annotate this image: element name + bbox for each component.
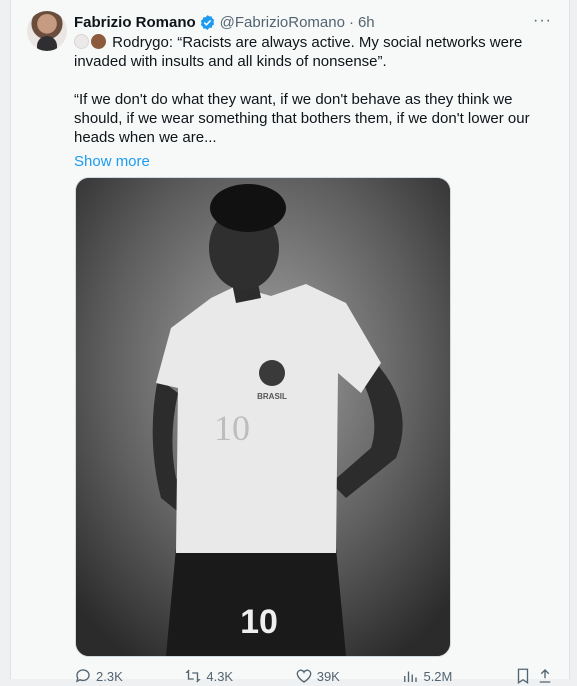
author-avatar[interactable] (27, 11, 67, 51)
verified-badge-icon (199, 14, 216, 31)
like-button[interactable]: 39K (295, 666, 340, 686)
show-more-link[interactable]: Show more (74, 152, 554, 171)
shorts-number: 10 (240, 603, 278, 641)
views-button[interactable]: 5.2M (401, 666, 452, 686)
tweet-time[interactable]: 6h (358, 14, 375, 31)
tweet-header: Fabrizio Romano @FabrizioRomano · 6h (74, 11, 375, 33)
tweet-text-2: “If we don't do what they want, if we do… (74, 91, 530, 146)
white-heart-emoji-icon (74, 34, 89, 49)
tweet-photo[interactable]: BRASIL 10 10 (75, 177, 451, 657)
repost-button[interactable]: 4.3K (184, 666, 233, 686)
bookmark-share-group (514, 666, 554, 686)
reply-button[interactable]: 2.3K (74, 666, 123, 686)
tweet-card[interactable]: Fabrizio Romano @FabrizioRomano · 6h ···… (10, 0, 570, 685)
views-count: 5.2M (423, 668, 453, 684)
tweet-text-1: Rodrygo: “Racists are always active. My … (74, 34, 523, 70)
bookmark-icon[interactable] (514, 667, 532, 685)
author-handle[interactable]: @FabrizioRomano (220, 14, 345, 31)
like-count: 39K (316, 668, 340, 684)
repost-count: 4.3K (206, 668, 234, 684)
jersey-brasil-label: BRASIL (257, 392, 287, 401)
shirt-number: 10 (214, 408, 250, 448)
heart-icon (296, 669, 312, 683)
tweet-body: Rodrygo: “Racists are always active. My … (74, 33, 554, 171)
views-chart-icon (404, 671, 418, 682)
reply-count: 2.3K (96, 668, 123, 684)
tweet-action-bar: 2.3K 4.3K 39K 5.2M (74, 666, 554, 686)
reply-icon (75, 669, 90, 683)
meta-separator: · (348, 13, 354, 31)
raised-fist-emoji-icon (91, 34, 106, 49)
more-options-icon[interactable]: ··· (533, 12, 552, 30)
share-icon[interactable] (536, 667, 554, 685)
tweet-paragraph-1: Rodrygo: “Racists are always active. My … (74, 33, 554, 71)
author-name[interactable]: Fabrizio Romano (74, 14, 196, 31)
repost-icon (185, 669, 201, 683)
